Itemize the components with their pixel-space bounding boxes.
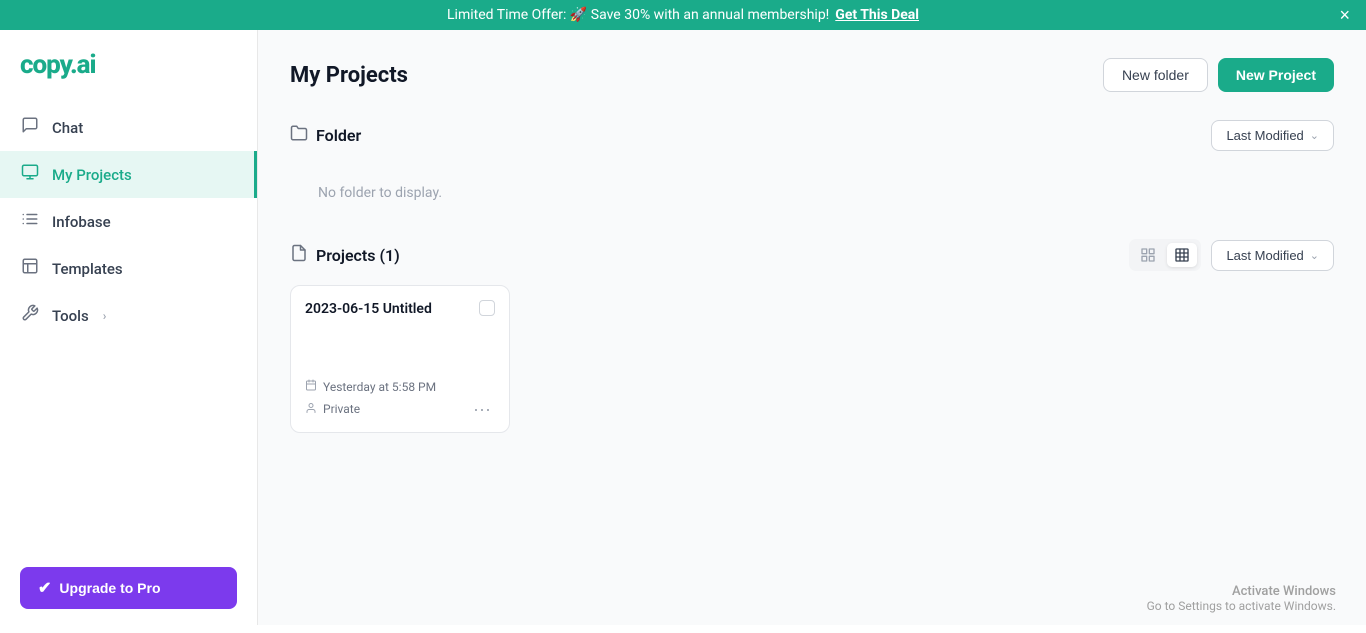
view-grid-button[interactable] [1167,243,1197,267]
folder-last-modified-chevron-icon: ⌄ [1310,129,1319,142]
promo-banner: Limited Time Offer: 🚀 Save 30% with an a… [0,0,1366,30]
folder-last-modified-label: Last Modified [1226,128,1303,143]
app-layout: copy.ai Chat My Projects Infobase [0,30,1366,625]
chat-icon [20,116,40,139]
project-title: 2023-06-15 Untitled [305,300,432,320]
projects-header-right: Last Modified ⌄ [1129,239,1334,271]
new-folder-button[interactable]: New folder [1103,58,1208,92]
logo-text-accent: .ai [70,50,96,80]
sidebar-item-my-projects[interactable]: My Projects [0,151,257,198]
banner-text: Limited Time Offer: 🚀 Save 30% with an a… [447,7,829,23]
header-buttons: New folder New Project [1103,58,1334,92]
sidebar-item-templates-label: Templates [52,260,123,278]
projects-section: Projects (1) Last Modified ⌄ [290,239,1334,433]
card-meta: Yesterday at 5:58 PM Private ··· [305,379,495,420]
main-content: My Projects New folder New Project Folde… [258,30,1366,625]
upgrade-button[interactable]: ✔ Upgrade to Pro [20,567,237,609]
sidebar-item-chat[interactable]: Chat [0,104,257,151]
view-list-button[interactable] [1133,243,1163,267]
projects-icon [290,244,308,267]
my-projects-icon [20,163,40,186]
tools-chevron-icon: › [103,309,107,323]
sidebar-item-infobase-label: Infobase [52,213,111,231]
tools-icon [20,304,40,327]
projects-last-modified-button[interactable]: Last Modified ⌄ [1211,240,1334,271]
project-more-button[interactable]: ··· [469,398,495,420]
infobase-icon [20,210,40,233]
folder-section: Folder Last Modified ⌄ No folder to disp… [290,120,1334,211]
page-header: My Projects New folder New Project [290,58,1334,92]
sidebar-item-tools-label: Tools [52,307,89,325]
view-toggle [1129,239,1201,271]
templates-icon [20,257,40,280]
logo: copy.ai [0,50,257,104]
sidebar-item-tools[interactable]: Tools › [0,292,257,339]
project-date: Yesterday at 5:58 PM [323,380,436,394]
projects-last-modified-chevron-icon: ⌄ [1310,249,1319,262]
project-visibility: Private [323,402,360,416]
projects-grid: 2023-06-15 Untitled Yesterday at 5:58 PM [290,285,1334,433]
folder-icon [290,124,308,147]
sidebar-item-chat-label: Chat [52,119,83,137]
projects-title-text: Projects (1) [316,246,400,265]
projects-last-modified-label: Last Modified [1226,248,1303,263]
sidebar: copy.ai Chat My Projects Infobase [0,30,258,625]
folder-section-header: Folder Last Modified ⌄ [290,120,1334,151]
deal-link[interactable]: Get This Deal [835,7,919,23]
projects-section-header: Projects (1) Last Modified ⌄ [290,239,1334,271]
upgrade-label: Upgrade to Pro [59,580,160,596]
folder-empty-state: No folder to display. [290,165,1334,211]
user-icon [305,402,317,417]
new-project-button[interactable]: New Project [1218,58,1334,92]
card-top: 2023-06-15 Untitled [305,300,495,320]
sidebar-item-my-projects-label: My Projects [52,166,132,184]
projects-section-title: Projects (1) [290,244,400,267]
project-checkbox[interactable] [479,300,495,316]
upgrade-icon: ✔ [38,578,51,598]
folder-last-modified-button[interactable]: Last Modified ⌄ [1211,120,1334,151]
logo-text-main: copy [20,50,70,80]
calendar-icon [305,379,317,394]
folder-title-text: Folder [316,126,361,145]
banner-close-button[interactable]: × [1339,6,1350,24]
card-visibility-row: Private ··· [305,398,495,420]
folder-section-title: Folder [290,124,361,147]
sidebar-item-templates[interactable]: Templates [0,245,257,292]
nav-items: Chat My Projects Infobase Templates [0,104,257,551]
sidebar-item-infobase[interactable]: Infobase [0,198,257,245]
card-date-row: Yesterday at 5:58 PM [305,379,495,394]
table-row[interactable]: 2023-06-15 Untitled Yesterday at 5:58 PM [290,285,510,433]
page-title: My Projects [290,63,408,88]
